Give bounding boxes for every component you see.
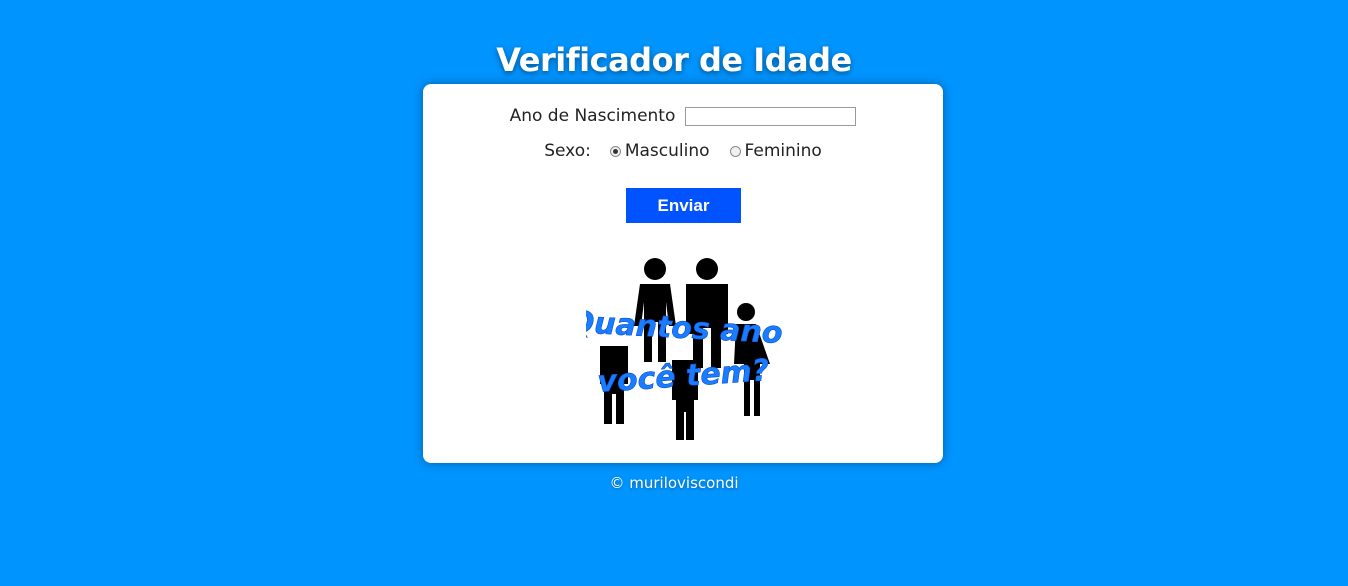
birth-year-label: Ano de Nascimento (509, 106, 676, 126)
form-card: Ano de Nascimento Sexo: Masculino Femini… (423, 84, 943, 463)
birth-year-input[interactable] (685, 106, 857, 126)
male-radio-label[interactable]: Masculino (625, 141, 710, 161)
female-radio[interactable] (729, 145, 741, 157)
result-image: Quantos anos você tem? (586, 258, 782, 440)
sex-option-male[interactable]: Masculino (609, 141, 710, 161)
birth-year-row: Ano de Nascimento (423, 104, 943, 128)
male-radio[interactable] (609, 145, 621, 157)
submit-button[interactable]: Enviar (626, 188, 741, 223)
page-title: Verificador de Idade (496, 41, 852, 80)
sex-row: Sexo: Masculino Feminino (423, 139, 943, 163)
sex-option-female[interactable]: Feminino (729, 141, 822, 161)
sex-label: Sexo: (544, 141, 591, 161)
female-radio-label[interactable]: Feminino (745, 141, 822, 161)
footer-credit: © muriloviscondi (609, 474, 739, 492)
